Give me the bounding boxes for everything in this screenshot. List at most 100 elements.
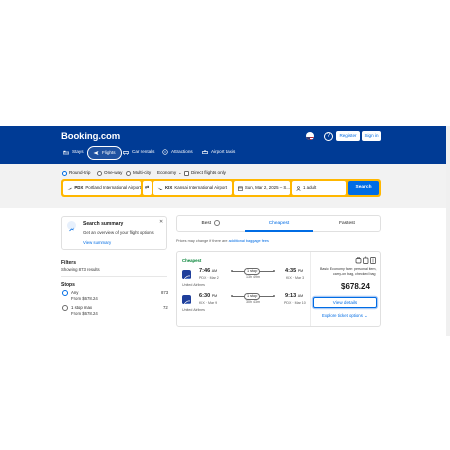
stops-any-label: Any (71, 290, 79, 295)
trip-round-trip[interactable]: Round-trip (62, 170, 90, 176)
tab-best[interactable]: Best (177, 215, 245, 232)
nav-car-label: Car rentals (132, 149, 155, 154)
landing-icon (157, 187, 163, 190)
takeoff-icon (67, 187, 72, 190)
checkbox-box (184, 170, 189, 176)
leg2-departure-time: 6:30 PM (199, 293, 218, 299)
to-field[interactable]: KIX Kansai International Airport (153, 181, 232, 195)
baggage-info-1: Basic Economy fare: personal item, (320, 267, 377, 271)
divider (61, 276, 167, 277)
united-logo-icon (182, 295, 191, 304)
checked-bag-icon (370, 257, 376, 264)
leg2-departure-info: KIX · Mar 9 (199, 301, 218, 305)
attractions-icon (162, 149, 168, 155)
multi-city-label: Multi-city (133, 170, 152, 175)
nav-airport-taxis[interactable]: Airport taxis (202, 146, 235, 158)
date-field[interactable]: Sun, Mar 2, 2025 – S... (234, 181, 290, 195)
nav-attractions-label: Attractions (171, 149, 193, 154)
car-icon (123, 150, 129, 155)
view-summary-link[interactable]: View summary (83, 240, 111, 245)
from-code: PDX (74, 185, 84, 190)
travelers-field[interactable]: 1 adult (292, 181, 346, 195)
stops-any-radio[interactable] (62, 290, 68, 296)
chevron-down-icon: ⌄ (364, 313, 368, 318)
cabin-label: Economy (157, 170, 177, 175)
baggage-icons (355, 256, 376, 264)
register-button[interactable]: Register (336, 131, 360, 141)
summary-icon (67, 221, 76, 232)
bed-icon (63, 150, 69, 154)
scrollbar[interactable] (446, 126, 450, 336)
travelers-value: 1 adult (303, 185, 317, 190)
plane-icon (93, 151, 99, 155)
nav-flights[interactable]: Flights (87, 146, 122, 160)
nav-attractions[interactable]: Attractions (162, 146, 193, 158)
stops-one-label: 1 stop max (71, 305, 93, 310)
nav-flights-label: Flights (102, 150, 116, 155)
stops-one-price: From $678.24 (71, 311, 98, 316)
view-details-button[interactable]: View details (313, 297, 377, 308)
airline-name: United Airlines (182, 283, 205, 287)
nav-stays-label: Stays (72, 149, 84, 154)
close-icon[interactable]: ✕ (159, 219, 163, 225)
from-field[interactable]: PDX Portland International Airport (63, 181, 141, 195)
leg2-duration: 30h 43m (246, 300, 260, 304)
person-icon (296, 185, 301, 191)
swap-button[interactable]: ⇄ (143, 181, 152, 195)
to-code: KIX (165, 185, 173, 190)
leg1-departure-info: PDX · Mar 2 (199, 276, 219, 280)
signin-button[interactable]: Sign in (362, 131, 381, 141)
nav-car-rentals[interactable]: Car rentals (123, 146, 154, 158)
nav-stays[interactable]: Stays (63, 146, 84, 158)
direct-flights-checkbox[interactable]: Direct flights only (184, 170, 226, 176)
cabin-select[interactable]: Economy ⌄ (157, 170, 182, 176)
carry-on-icon (363, 256, 369, 264)
dates-value: Sun, Mar 2, 2025 – S... (244, 185, 290, 190)
price: $678.24 (341, 282, 370, 291)
tab-fastest[interactable]: Fastest (313, 215, 381, 232)
us-flag-icon[interactable] (306, 132, 314, 140)
baggage-fees-link[interactable]: additional baggage fees (229, 239, 269, 243)
stops-one-radio[interactable] (62, 305, 68, 311)
filters-title: Filters (61, 260, 77, 266)
results-count: Showing 873 results (61, 267, 100, 272)
radio-unselected (62, 305, 68, 311)
chevron-down-icon: ⌄ (178, 170, 182, 175)
leg1-arrival-info: KIX · Mar 3 (286, 276, 305, 280)
radio-selected (62, 170, 67, 176)
tab-best-label: Best (201, 221, 212, 226)
radio-unselected (126, 170, 131, 176)
summary-title: Search summary (83, 221, 124, 227)
stops-any-price: From $678.24 (71, 296, 98, 301)
stops-any-count: 873 (161, 290, 169, 295)
help-icon[interactable]: ? (324, 132, 333, 141)
search-button[interactable]: Search (348, 181, 379, 195)
trip-one-way[interactable]: One-way (97, 170, 122, 176)
round-trip-label: Round-trip (69, 170, 91, 175)
stops-title: Stops (61, 282, 75, 288)
united-logo-icon (182, 270, 191, 279)
booking-logo[interactable]: Booking.com (61, 131, 120, 142)
leg1-arrival-time: 4:35 PM (285, 268, 304, 274)
leg2-arrival-info: PDX · Mar 10 (284, 301, 306, 305)
leg1-departure-time: 7:46 AM (199, 268, 218, 274)
calendar-icon (238, 186, 243, 191)
leg2-arrival-time: 9:13 AM (285, 293, 304, 299)
price-note-text: Prices may change if there are (176, 239, 228, 243)
card-divider (310, 252, 311, 326)
leg1-duration: 13h 49m (246, 275, 260, 279)
baggage-info-2: carry-on bag, checked bag (333, 272, 376, 276)
explore-ticket-options-link[interactable]: Explore ticket options ⌄ (322, 313, 368, 319)
leg2-stops: 1 stop (244, 293, 261, 300)
one-way-label: One-way (104, 170, 123, 175)
cheapest-badge: Cheapest (182, 258, 202, 263)
trip-multi-city[interactable]: Multi-city (126, 170, 151, 176)
taxi-icon (202, 149, 208, 154)
direct-label: Direct flights only (191, 170, 226, 175)
airline-name: United Airlines (182, 308, 205, 312)
info-icon (214, 219, 221, 226)
explore-label: Explore ticket options (322, 313, 363, 318)
leg1-stops: 1 stop (244, 268, 261, 275)
personal-item-icon (355, 257, 362, 264)
radio-unselected (97, 170, 102, 176)
